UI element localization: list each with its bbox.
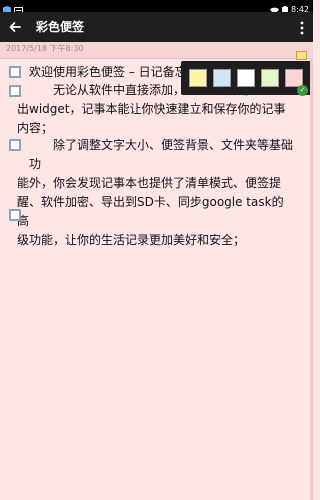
note-header: 2017/5/18 下午8:30 bbox=[0, 42, 313, 60]
text-line: 级功能，让你的生活记录更加美好和安全； bbox=[17, 233, 246, 247]
note-date: 2017/5/18 下午8:30 bbox=[6, 44, 84, 53]
color-swatch-white[interactable] bbox=[237, 69, 255, 87]
text-line: 除了调整文字大小、便签背景、文件夹等基础功 bbox=[29, 138, 294, 171]
color-swatch-blue[interactable] bbox=[213, 69, 231, 87]
text-line: 能外，你会发现记事本也提供了清单模式、便签提 bbox=[17, 176, 282, 190]
checkbox[interactable] bbox=[9, 139, 21, 151]
page-title: 彩色便签 bbox=[36, 20, 85, 34]
back-button[interactable] bbox=[6, 18, 24, 36]
more-vert-icon bbox=[300, 21, 304, 35]
arrow-left-icon bbox=[9, 22, 21, 32]
checklist-item-text[interactable]: 除了调整文字大小、便签背景、文件夹等基础功 能外，你会发现记事本也提供了清单模式… bbox=[17, 136, 294, 250]
color-palette-popup: ✓ bbox=[181, 61, 313, 96]
overflow-menu-button[interactable] bbox=[299, 20, 305, 35]
text-line: 醒、软件加密、导出到SD卡、同步google task的高 bbox=[17, 195, 284, 228]
status-bar: 8:42 bbox=[0, 0, 313, 16]
app-bar: 彩色便签 bbox=[0, 12, 313, 42]
color-swatch-yellow[interactable] bbox=[189, 69, 207, 87]
scroll-edge bbox=[310, 58, 313, 500]
checkbox[interactable] bbox=[9, 66, 21, 78]
checkbox[interactable] bbox=[9, 209, 21, 221]
text-line: 出widget，记事本能让你快速建立和保存你的记事 bbox=[17, 102, 286, 116]
color-swatch-green[interactable] bbox=[261, 69, 279, 87]
color-picker-icon[interactable] bbox=[296, 45, 307, 60]
selected-check-icon: ✓ bbox=[297, 85, 308, 96]
checkbox[interactable] bbox=[9, 85, 21, 97]
